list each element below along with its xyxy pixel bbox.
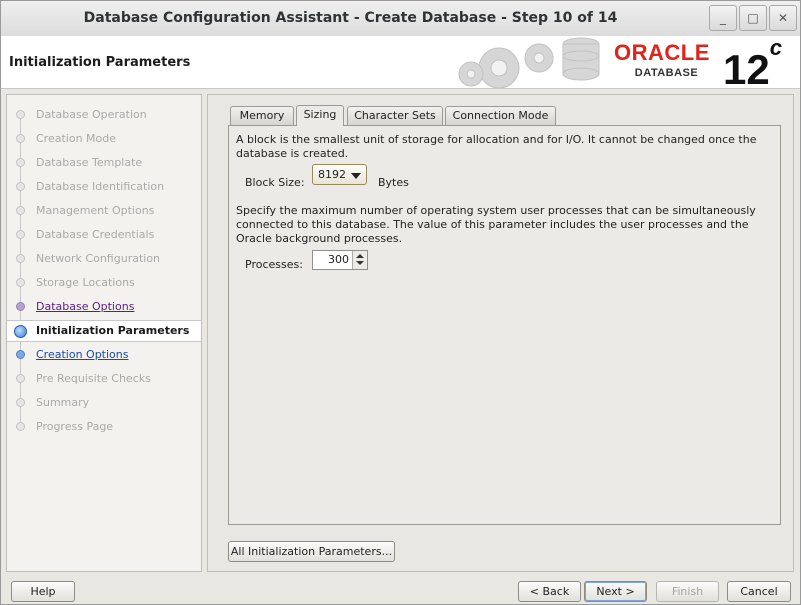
main-content: Memory Sizing Character Sets Connection …	[207, 94, 794, 572]
sidebar-step-initialization-parameters: Initialization Parameters	[7, 320, 201, 342]
gears-graphic-icon	[458, 37, 600, 88]
tab-connection-mode[interactable]: Connection Mode	[445, 106, 556, 125]
step-label: Pre Requisite Checks	[36, 372, 151, 385]
tab-label: Sizing	[303, 108, 337, 121]
spinner-down-icon[interactable]	[356, 261, 364, 265]
step-status-icon	[16, 422, 25, 431]
dbca-window: Database Configuration Assistant - Creat…	[0, 0, 801, 605]
help-button[interactable]: Help	[11, 581, 75, 602]
step-status-icon	[16, 398, 25, 407]
block-size-unit: Bytes	[378, 176, 409, 189]
block-size-value: 8192	[318, 168, 346, 181]
all-init-params-button[interactable]: All Initialization Parameters...	[228, 541, 395, 562]
processes-value: 300	[328, 253, 349, 266]
cancel-button[interactable]: Cancel	[727, 581, 791, 602]
step-label: Database Credentials	[36, 228, 155, 241]
sidebar-step-creation-options[interactable]: Creation Options	[7, 344, 201, 366]
spinner-buttons	[352, 251, 367, 269]
step-status-icon	[16, 302, 25, 311]
sidebar-step-storage-locations: Storage Locations	[7, 272, 201, 294]
step-status-icon	[16, 278, 25, 287]
step-label: Database Options	[36, 300, 135, 313]
next-button[interactable]: Next >	[584, 581, 647, 602]
steps-sidebar: Database Operation Creation Mode Database …	[6, 94, 202, 572]
sidebar-step-progress-page: Progress Page	[7, 416, 201, 438]
step-label: Initialization Parameters	[36, 324, 190, 337]
tab-label: Character Sets	[354, 109, 436, 122]
step-status-icon	[16, 134, 25, 143]
sidebar-step-pre-requisite-checks: Pre Requisite Checks	[7, 368, 201, 390]
minimize-button[interactable]: _	[709, 5, 737, 31]
sidebar-step-database-operation: Database Operation	[7, 104, 201, 126]
step-label: Storage Locations	[36, 276, 135, 289]
step-status-icon	[16, 350, 25, 359]
step-status-icon	[16, 206, 25, 215]
version-suffix: c	[769, 36, 782, 60]
step-status-icon	[16, 158, 25, 167]
close-button[interactable]: ✕	[769, 5, 797, 31]
title-bar: Database Configuration Assistant - Creat…	[1, 1, 800, 37]
tab-label: Connection Mode	[452, 109, 549, 122]
step-label: Database Template	[36, 156, 143, 169]
step-status-icon	[16, 230, 25, 239]
page-title: Initialization Parameters	[9, 55, 191, 70]
sidebar-step-network-configuration: Network Configuration	[7, 248, 201, 270]
step-status-icon	[16, 110, 25, 119]
finish-button[interactable]: Finish	[656, 581, 719, 602]
processes-label: Processes:	[245, 258, 303, 271]
oracle-database-label: DATABASE	[634, 67, 699, 79]
block-size-select[interactable]: 8192	[312, 164, 367, 185]
step-status-icon	[16, 374, 25, 383]
step-label: Database Operation	[36, 108, 147, 121]
sidebar-step-database-identification: Database Identification	[7, 176, 201, 198]
step-label: Database Identification	[36, 180, 165, 193]
step-label: Management Options	[36, 204, 155, 217]
sidebar-step-database-credentials: Database Credentials	[7, 224, 201, 246]
spinner-up-icon[interactable]	[356, 254, 364, 258]
step-label: Network Configuration	[36, 252, 161, 265]
back-button[interactable]: < Back	[518, 581, 581, 602]
step-label: Creation Options	[36, 348, 129, 361]
sidebar-step-database-template: Database Template	[7, 152, 201, 174]
step-status-icon	[16, 182, 25, 191]
block-size-label: Block Size:	[245, 176, 305, 189]
step-label: Progress Page	[36, 420, 114, 433]
version-badge: 12c	[723, 36, 782, 89]
tab-label: Memory	[239, 109, 285, 122]
step-label: Summary	[36, 396, 90, 409]
chevron-down-icon	[351, 173, 361, 179]
oracle-wordmark: ORACLE	[614, 40, 710, 65]
tab-character-sets[interactable]: Character Sets	[347, 106, 443, 125]
sidebar-step-management-options: Management Options	[7, 200, 201, 222]
sidebar-step-creation-mode: Creation Mode	[7, 128, 201, 150]
step-status-icon	[16, 254, 25, 263]
tab-memory[interactable]: Memory	[230, 106, 294, 125]
step-status-icon	[14, 325, 27, 338]
processes-spinner[interactable]: 300	[312, 250, 368, 270]
processes-description: Specify the maximum number of operating …	[236, 204, 756, 245]
sidebar-step-database-options[interactable]: Database Options	[7, 296, 201, 318]
block-size-description: A block is the smallest unit of storage …	[236, 133, 757, 160]
oracle-logo: ORACLE DATABASE	[614, 40, 719, 80]
sizing-panel: A block is the smallest unit of storage …	[228, 125, 781, 525]
window-title: Database Configuration Assistant - Creat…	[83, 10, 618, 26]
version-number: 12	[723, 46, 770, 89]
maximize-button[interactable]: □	[739, 5, 767, 31]
sidebar-step-summary: Summary	[7, 392, 201, 414]
step-label: Creation Mode	[36, 132, 117, 145]
tab-sizing[interactable]: Sizing	[296, 105, 344, 126]
page-header: Initialization Parameters ORACLE DATABAS…	[1, 36, 800, 89]
